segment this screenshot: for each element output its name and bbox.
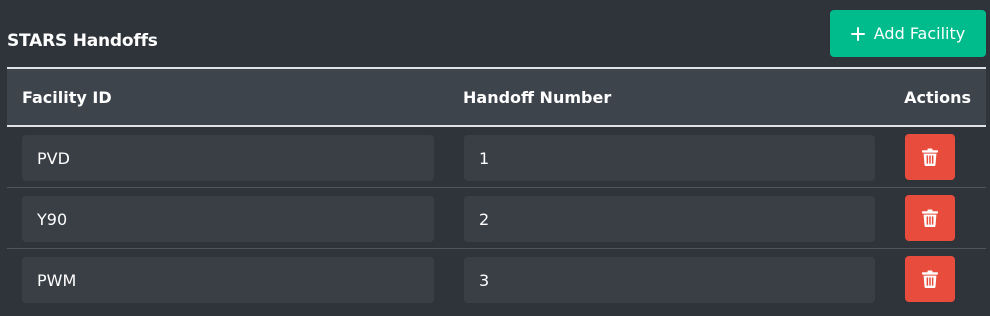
facility-id-input[interactable] [22, 257, 434, 303]
facility-id-input[interactable] [22, 135, 434, 181]
plus-icon [850, 26, 865, 41]
table-row [7, 249, 986, 310]
table-header: Facility ID Handoff Number Actions [7, 67, 986, 127]
section-title: STARS Handoffs [7, 31, 158, 51]
trash-icon [922, 209, 938, 227]
delete-row-button[interactable] [905, 195, 955, 241]
delete-row-button[interactable] [905, 134, 955, 180]
handoffs-table: Facility ID Handoff Number Actions [7, 67, 986, 310]
column-header-actions: Actions [904, 88, 971, 107]
table-row [7, 127, 986, 188]
trash-icon [922, 148, 938, 166]
delete-row-button[interactable] [905, 256, 955, 302]
handoff-number-input[interactable] [464, 135, 875, 181]
column-header-facility-id: Facility ID [22, 88, 112, 107]
table-row [7, 188, 986, 249]
trash-icon [922, 270, 938, 288]
handoff-number-input[interactable] [464, 257, 875, 303]
add-facility-button[interactable]: Add Facility [830, 10, 986, 57]
facility-id-input[interactable] [22, 196, 434, 242]
stars-handoffs-panel: STARS Handoffs Add Facility Facility ID … [0, 0, 990, 316]
handoff-number-input[interactable] [464, 196, 875, 242]
column-header-handoff-number: Handoff Number [463, 88, 612, 107]
add-facility-label: Add Facility [873, 24, 966, 43]
